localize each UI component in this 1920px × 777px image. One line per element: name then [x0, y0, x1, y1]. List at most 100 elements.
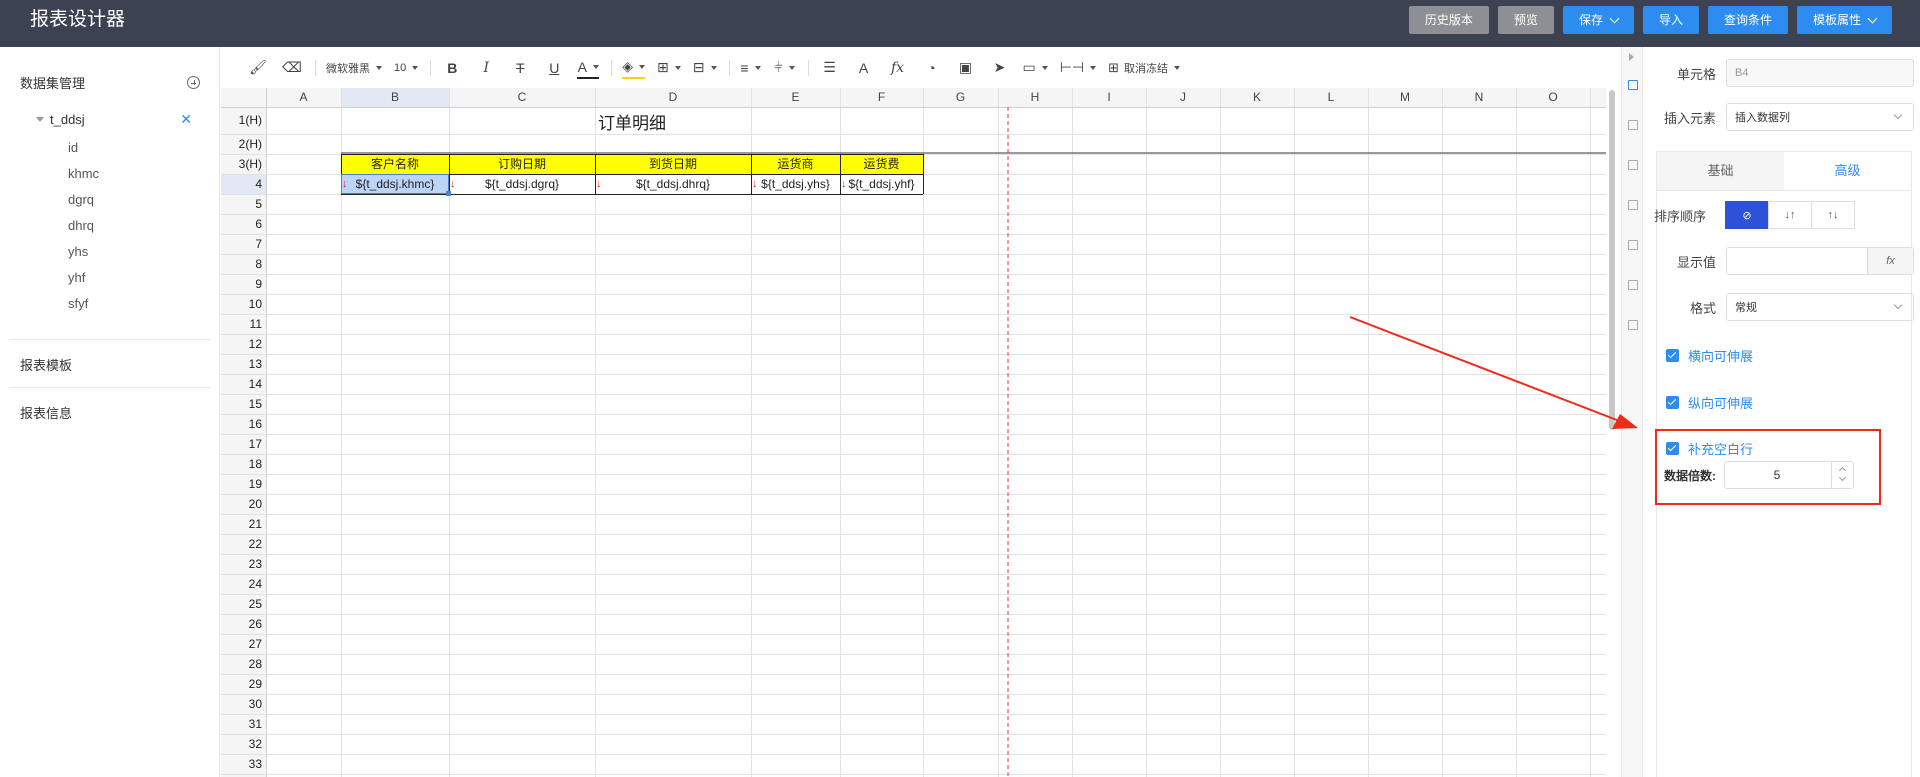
row-header: 3(H): [238, 157, 262, 171]
import-button[interactable]: 导入: [1642, 6, 1699, 34]
image-icon[interactable]: ▣: [955, 57, 977, 79]
field-item[interactable]: id: [68, 135, 99, 161]
field-item[interactable]: dgrq: [68, 187, 99, 213]
chart-icon[interactable]: ◔: [921, 57, 943, 79]
vertical-expand-label: 纵向可伸展: [1688, 396, 1754, 411]
link-icon[interactable]: [1628, 280, 1638, 290]
binding-cell[interactable]: ${t_ddsj.khmc}: [341, 174, 449, 194]
binding-cell[interactable]: ${t_ddsj.yhf}: [840, 174, 923, 194]
vertical-expand-checkbox[interactable]: 纵向可伸展: [1666, 393, 1753, 412]
chevron-down-icon: [1893, 110, 1903, 120]
format-select[interactable]: 常规: [1726, 293, 1914, 321]
column-header: G: [955, 90, 966, 104]
bold-icon[interactable]: B: [441, 57, 463, 79]
template-properties-button[interactable]: 模板属性: [1796, 6, 1892, 34]
expand-down-icon: ↓: [596, 178, 602, 190]
underline-icon[interactable]: U: [543, 57, 565, 79]
row-header: 31: [248, 717, 262, 731]
row-header: 12: [248, 337, 262, 351]
wrap-text-icon[interactable]: ☰: [819, 57, 841, 79]
save-button[interactable]: 保存: [1562, 6, 1634, 34]
column-width-icon[interactable]: ⊢⊣: [1060, 57, 1097, 79]
field-list: id khmc dgrq dhrq yhs yhf sfyf: [68, 135, 99, 317]
checkbox-checked-icon[interactable]: [1666, 396, 1679, 409]
display-input[interactable]: fx: [1726, 247, 1914, 275]
fx-button[interactable]: fx: [1867, 248, 1913, 274]
field-item[interactable]: khmc: [68, 161, 99, 187]
sheet-property-icon[interactable]: [1628, 120, 1638, 130]
field-item[interactable]: sfyf: [68, 291, 99, 317]
freeze-pane-button[interactable]: ⊞ 取消冻结: [1108, 57, 1181, 79]
tab-advanced[interactable]: 高级: [1784, 152, 1911, 190]
history-button[interactable]: 历史版本: [1408, 6, 1489, 34]
field-item[interactable]: yhs: [68, 239, 99, 265]
import-button-label: 导入: [1658, 13, 1683, 27]
copy-icon[interactable]: [1628, 320, 1638, 330]
binding-cell[interactable]: ${t_ddsj.dgrq}: [449, 174, 595, 194]
highlight-box: [1655, 429, 1881, 505]
print-icon[interactable]: [1628, 160, 1638, 170]
vertical-scrollbar[interactable]: [1609, 90, 1615, 430]
field-item[interactable]: yhf: [68, 265, 99, 291]
horizontal-expand-label: 横向可伸展: [1688, 349, 1754, 364]
strikethrough-icon[interactable]: T: [509, 57, 531, 79]
tab-basic[interactable]: 基础: [1657, 152, 1784, 190]
dataset-node[interactable]: t_ddsj ✕: [36, 111, 192, 128]
caret-down-icon: [788, 65, 795, 70]
preview-button[interactable]: 预览: [1497, 6, 1554, 34]
field-item[interactable]: dhrq: [68, 213, 99, 239]
section-report-info[interactable]: 报表信息: [20, 403, 72, 422]
row-header: 21: [248, 517, 262, 531]
export-icon[interactable]: [1628, 200, 1638, 210]
expand-down-icon: ↓: [450, 178, 456, 190]
spreadsheet[interactable]: A B C D E F G H I J K L M N O 1(H) 2(H) 3(H) 4 5 6 7 8 9 10 11 12 1…: [221, 88, 1621, 777]
row-header: 5: [255, 197, 262, 211]
row-header: 29: [248, 677, 262, 691]
font-family-value: 微软雅黑: [326, 62, 370, 75]
format-painter-icon[interactable]: 🖌: [247, 57, 269, 79]
query-conditions-button[interactable]: 查询条件: [1707, 6, 1788, 34]
border-icon[interactable]: ⊞: [657, 57, 681, 79]
italic-icon[interactable]: I: [475, 57, 497, 79]
expand-triangle-icon[interactable]: [36, 117, 44, 122]
row-header: 8: [255, 257, 262, 271]
row-header: 17: [248, 437, 262, 451]
layer-icon[interactable]: [1628, 240, 1638, 250]
insert-select[interactable]: 插入数据列: [1726, 103, 1914, 131]
sort-desc-button[interactable]: ↑↓: [1811, 201, 1855, 229]
comment-icon[interactable]: ▭: [1023, 57, 1048, 79]
text-format-icon[interactable]: A: [853, 57, 875, 79]
binding-cell[interactable]: ${t_ddsj.yhs}: [751, 174, 840, 194]
caret-down-icon: [1174, 65, 1181, 70]
row-header: 6: [255, 217, 262, 231]
toolbar-separator: [611, 59, 613, 76]
section-report-template[interactable]: 报表模板: [20, 355, 72, 374]
format-value: 常规: [1735, 302, 1757, 314]
sort-none-button[interactable]: ⊘: [1725, 201, 1769, 229]
fill-color-icon[interactable]: ◈: [622, 57, 646, 79]
close-icon[interactable]: ✕: [180, 111, 192, 128]
query-conditions-button-label: 查询条件: [1723, 13, 1772, 27]
caret-down-icon: [1041, 65, 1048, 70]
cell-label: 单元格: [1676, 66, 1716, 82]
send-icon[interactable]: ➤: [989, 57, 1011, 79]
eraser-icon[interactable]: ⌫: [281, 57, 303, 79]
function-icon[interactable]: fx: [887, 57, 909, 79]
chevron-down-icon: [1893, 300, 1903, 310]
expand-down-icon: ↓: [752, 178, 758, 190]
checkbox-checked-icon[interactable]: [1666, 349, 1679, 362]
horizontal-expand-checkbox[interactable]: 横向可伸展: [1666, 346, 1753, 365]
cell-property-icon[interactable]: [1628, 80, 1638, 90]
row-header: 1(H): [238, 113, 262, 127]
sort-asc-button[interactable]: ↓↑: [1768, 201, 1812, 229]
caret-down-icon: [376, 65, 382, 70]
align-vertical-icon[interactable]: ⫩: [774, 57, 796, 79]
font-size-select[interactable]: 10: [394, 57, 419, 79]
font-color-icon[interactable]: A: [577, 57, 600, 79]
merge-cells-icon[interactable]: ⊟: [693, 57, 717, 79]
collapse-icon[interactable]: [1629, 53, 1634, 61]
add-dataset-icon[interactable]: [187, 76, 200, 89]
align-horizontal-icon[interactable]: ≡: [740, 57, 762, 79]
binding-cell[interactable]: ${t_ddsj.dhrq}: [595, 174, 751, 194]
font-family-select[interactable]: 微软雅黑: [326, 57, 382, 79]
